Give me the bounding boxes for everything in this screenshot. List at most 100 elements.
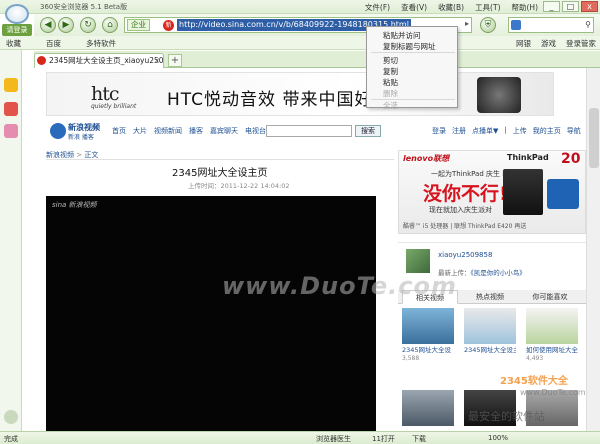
menu-tools[interactable]: 工具(T): [475, 2, 500, 13]
favorite-duote[interactable]: 多特软件: [86, 38, 116, 49]
login-button[interactable]: 请登录: [2, 24, 32, 36]
banner-slogan: HTC悦动音效 带来中国好声: [167, 90, 391, 110]
video-thumbnail[interactable]: [464, 308, 516, 344]
divider: [46, 159, 394, 160]
lenovo-ad[interactable]: lenovo联想 ThinkPad 20 一起为ThinkPad 庆生 收到 没…: [398, 150, 586, 234]
video-caption[interactable]: 2345网址大全设: [402, 346, 454, 354]
back-icon[interactable]: ◀: [40, 17, 56, 33]
menu-file[interactable]: 文件(F): [365, 2, 390, 13]
tab-active[interactable]: 2345网址大全设主页_xiaoyu2509858... ×: [34, 53, 164, 68]
ad-line-3: 现在就加入庆生派对: [429, 206, 492, 214]
menu-item-copy-title-url[interactable]: 复制标题与网址: [383, 41, 436, 52]
breadcrumb-sina-video[interactable]: 新浪视频: [46, 151, 74, 159]
menu-item-copy[interactable]: 复制: [383, 66, 398, 77]
menu-bar: 文件(F) 查看(V) 收藏(B) 工具(T) 帮助(H): [365, 2, 538, 13]
thinkpad-logo: ThinkPad: [507, 153, 549, 162]
download-button[interactable]: 下载: [412, 434, 426, 444]
sina-register-link[interactable]: 注册: [452, 126, 466, 136]
list-item[interactable]: [402, 390, 454, 426]
avatar[interactable]: [406, 249, 430, 273]
play-count: 3,588: [402, 355, 420, 362]
ebank-button[interactable]: 网银: [516, 38, 531, 49]
sina-playlist-link[interactable]: 点播单▼: [472, 126, 498, 136]
menu-item-paste[interactable]: 粘贴: [383, 77, 398, 88]
sina-nav-tv[interactable]: 电视台: [245, 126, 266, 136]
laptop-image: [503, 169, 543, 215]
sina-nav-home[interactable]: 首页: [112, 126, 126, 136]
refresh-icon[interactable]: ↻: [80, 17, 96, 33]
vertical-scrollbar[interactable]: [586, 68, 600, 431]
context-menu: 粘贴并访问 复制标题与网址 剪切 复制 粘贴 删除 全选: [366, 26, 458, 110]
search-icon[interactable]: ⚲: [585, 20, 591, 29]
compat-mode-toggle[interactable]: 企业: [127, 19, 150, 31]
forward-icon[interactable]: ▶: [58, 17, 74, 33]
sina-nav-chat[interactable]: 嘉宾聊天: [210, 126, 238, 136]
play-count: 4,493: [526, 355, 544, 362]
video-thumbnail[interactable]: [402, 308, 454, 344]
star-icon[interactable]: [4, 78, 18, 92]
htc-banner-ad[interactable]: htc quietly brilliant HTC悦动音效 带来中国好声: [46, 72, 554, 116]
htc-logo: htc: [91, 83, 119, 105]
favorites-bar: 收藏 百度 多特软件 网银 游戏 登录管家: [0, 36, 600, 50]
video-caption[interactable]: 如何使用网址大全: [526, 346, 578, 354]
weibo-icon[interactable]: [4, 102, 18, 116]
sina-upload-link[interactable]: 上传: [513, 126, 527, 136]
list-item[interactable]: 2345网址大全设主页用: [464, 308, 516, 355]
browser-logo-icon: [5, 4, 29, 24]
sina-nav-news[interactable]: 视频新闻: [154, 126, 182, 136]
search-box[interactable]: ⚲: [508, 17, 594, 33]
list-item[interactable]: 2345网址大全设 3,588: [402, 308, 454, 362]
sina-video-logo[interactable]: 新浪视频 新浪 播客: [50, 122, 105, 141]
status-bar: 完成 浏览器医生 11打开 下载 100%: [0, 431, 600, 444]
go-arrow-icon[interactable]: ▸: [465, 19, 469, 28]
video-thumbnail[interactable]: [402, 390, 454, 426]
favorite-baidu[interactable]: 百度: [46, 38, 61, 49]
tab-close-icon[interactable]: ×: [154, 54, 160, 67]
browser-logo[interactable]: 请登录: [2, 4, 32, 36]
open-count-button[interactable]: 11打开: [372, 434, 395, 444]
slogan-watermark: 最安全的软件站: [468, 410, 545, 423]
sina-mypage-link[interactable]: 我的主页: [533, 126, 561, 136]
ad-headline: 没你不行!: [423, 183, 508, 205]
tab-hot-videos[interactable]: 热点视频: [462, 290, 518, 304]
voice-show-logo: [477, 77, 521, 113]
search-engine-icon[interactable]: [511, 20, 521, 30]
list-item[interactable]: 如何使用网址大全 4,493: [526, 308, 578, 362]
menu-help[interactable]: 帮助(H): [512, 2, 539, 13]
video-player[interactable]: sina 新浪视频: [46, 196, 376, 431]
sina-nav-movies[interactable]: 大片: [133, 126, 147, 136]
sina-nav-podcast[interactable]: 播客: [189, 126, 203, 136]
video-caption[interactable]: 2345网址大全设主页用: [464, 346, 516, 354]
scrollbar-thumb[interactable]: [589, 108, 599, 168]
settings-icon[interactable]: [4, 410, 18, 424]
menu-favorites[interactable]: 收藏(B): [438, 2, 464, 13]
games-button[interactable]: 游戏: [541, 38, 556, 49]
home-icon[interactable]: ⌂: [102, 17, 118, 33]
uploader-name[interactable]: xiaoyu2509858: [438, 251, 492, 259]
minimize-button[interactable]: _: [543, 1, 560, 12]
login-manager-button[interactable]: 登录管家: [566, 38, 596, 49]
menu-item-paste-and-go[interactable]: 粘贴并访问: [383, 30, 421, 41]
zoom-level[interactable]: 100%: [488, 434, 508, 442]
new-tab-button[interactable]: +: [168, 54, 182, 67]
sina-search-button[interactable]: 搜索: [355, 125, 381, 137]
favorites-button[interactable]: 收藏: [6, 38, 21, 49]
sina-nav-bar: 新浪视频 新浪 播客 首页 大片 视频新闻 播客 嘉宾聊天 电视台 搜索 登录 …: [46, 122, 586, 141]
menu-view[interactable]: 查看(V): [401, 2, 427, 13]
sina-login-link[interactable]: 登录: [432, 126, 446, 136]
tab-you-may-like[interactable]: 你可能喜欢: [522, 290, 578, 304]
sina-search-input[interactable]: [266, 125, 352, 137]
maximize-button[interactable]: □: [562, 1, 579, 12]
sina-navigation-link[interactable]: 导航: [567, 126, 581, 136]
video-thumbnail[interactable]: [526, 308, 578, 344]
tab-favicon-icon: [37, 56, 46, 65]
duote-watermark: www.DuoTe.com: [222, 272, 457, 300]
lenovo-logo: lenovo联想: [403, 154, 450, 163]
latest-upload-link[interactable]: 《凯是你的小小鸟》: [471, 269, 526, 277]
close-button[interactable]: x: [581, 1, 598, 12]
menu-item-cut[interactable]: 剪切: [383, 55, 398, 66]
browser-doctor-button[interactable]: 浏览器医生: [316, 434, 351, 444]
app-icon[interactable]: [4, 124, 18, 138]
shield-icon[interactable]: ⛨: [480, 17, 496, 33]
tab-title: 2345网址大全设主页_xiaoyu2509858...: [49, 56, 164, 65]
